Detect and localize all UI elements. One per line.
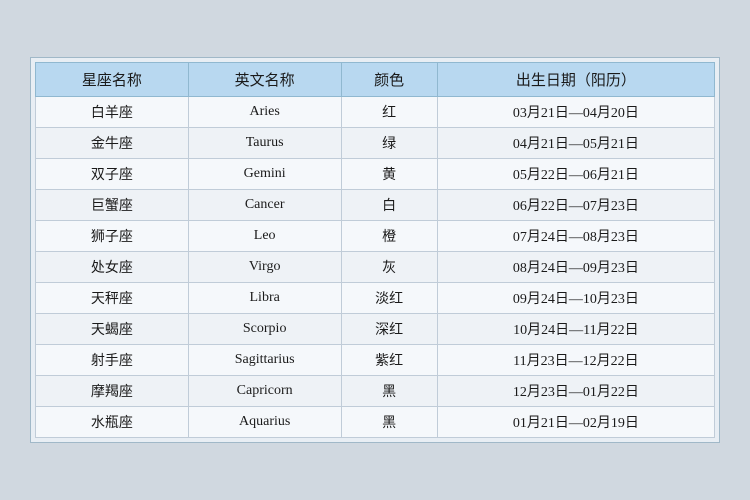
cell-dates: 12月23日—01月22日 <box>437 376 714 407</box>
cell-english-name: Aries <box>188 97 341 128</box>
cell-color: 绿 <box>341 128 437 159</box>
cell-dates: 06月22日—07月23日 <box>437 190 714 221</box>
table-row: 双子座Gemini黄05月22日—06月21日 <box>36 159 715 190</box>
cell-dates: 01月21日—02月19日 <box>437 407 714 438</box>
table-header-row: 星座名称 英文名称 颜色 出生日期（阳历） <box>36 63 715 97</box>
cell-color: 灰 <box>341 252 437 283</box>
cell-dates: 03月21日—04月20日 <box>437 97 714 128</box>
cell-color: 黄 <box>341 159 437 190</box>
table-body: 白羊座Aries红03月21日—04月20日金牛座Taurus绿04月21日—0… <box>36 97 715 438</box>
table-row: 摩羯座Capricorn黑12月23日—01月22日 <box>36 376 715 407</box>
cell-chinese-name: 处女座 <box>36 252 189 283</box>
cell-chinese-name: 巨蟹座 <box>36 190 189 221</box>
cell-color: 深红 <box>341 314 437 345</box>
cell-dates: 08月24日—09月23日 <box>437 252 714 283</box>
cell-english-name: Aquarius <box>188 407 341 438</box>
col-header-chinese: 星座名称 <box>36 63 189 97</box>
cell-english-name: Sagittarius <box>188 345 341 376</box>
table-row: 射手座Sagittarius紫红11月23日—12月22日 <box>36 345 715 376</box>
table-row: 水瓶座Aquarius黑01月21日—02月19日 <box>36 407 715 438</box>
table-row: 天蝎座Scorpio深红10月24日—11月22日 <box>36 314 715 345</box>
table-row: 金牛座Taurus绿04月21日—05月21日 <box>36 128 715 159</box>
cell-dates: 04月21日—05月21日 <box>437 128 714 159</box>
cell-dates: 10月24日—11月22日 <box>437 314 714 345</box>
cell-color: 紫红 <box>341 345 437 376</box>
cell-dates: 07月24日—08月23日 <box>437 221 714 252</box>
cell-english-name: Gemini <box>188 159 341 190</box>
cell-chinese-name: 水瓶座 <box>36 407 189 438</box>
col-header-color: 颜色 <box>341 63 437 97</box>
cell-color: 淡红 <box>341 283 437 314</box>
cell-english-name: Libra <box>188 283 341 314</box>
zodiac-table-container: 星座名称 英文名称 颜色 出生日期（阳历） 白羊座Aries红03月21日—04… <box>30 57 720 443</box>
cell-color: 红 <box>341 97 437 128</box>
table-row: 处女座Virgo灰08月24日—09月23日 <box>36 252 715 283</box>
cell-dates: 05月22日—06月21日 <box>437 159 714 190</box>
cell-color: 黑 <box>341 376 437 407</box>
table-row: 天秤座Libra淡红09月24日—10月23日 <box>36 283 715 314</box>
cell-dates: 11月23日—12月22日 <box>437 345 714 376</box>
cell-english-name: Capricorn <box>188 376 341 407</box>
cell-english-name: Virgo <box>188 252 341 283</box>
cell-chinese-name: 白羊座 <box>36 97 189 128</box>
table-row: 巨蟹座Cancer白06月22日—07月23日 <box>36 190 715 221</box>
cell-chinese-name: 天秤座 <box>36 283 189 314</box>
cell-color: 白 <box>341 190 437 221</box>
zodiac-table: 星座名称 英文名称 颜色 出生日期（阳历） 白羊座Aries红03月21日—04… <box>35 62 715 438</box>
cell-english-name: Taurus <box>188 128 341 159</box>
cell-chinese-name: 金牛座 <box>36 128 189 159</box>
cell-chinese-name: 狮子座 <box>36 221 189 252</box>
cell-english-name: Leo <box>188 221 341 252</box>
table-row: 白羊座Aries红03月21日—04月20日 <box>36 97 715 128</box>
cell-dates: 09月24日—10月23日 <box>437 283 714 314</box>
cell-chinese-name: 射手座 <box>36 345 189 376</box>
cell-color: 橙 <box>341 221 437 252</box>
cell-chinese-name: 双子座 <box>36 159 189 190</box>
col-header-english: 英文名称 <box>188 63 341 97</box>
cell-color: 黑 <box>341 407 437 438</box>
cell-english-name: Cancer <box>188 190 341 221</box>
table-row: 狮子座Leo橙07月24日—08月23日 <box>36 221 715 252</box>
cell-chinese-name: 天蝎座 <box>36 314 189 345</box>
cell-chinese-name: 摩羯座 <box>36 376 189 407</box>
cell-english-name: Scorpio <box>188 314 341 345</box>
col-header-dates: 出生日期（阳历） <box>437 63 714 97</box>
